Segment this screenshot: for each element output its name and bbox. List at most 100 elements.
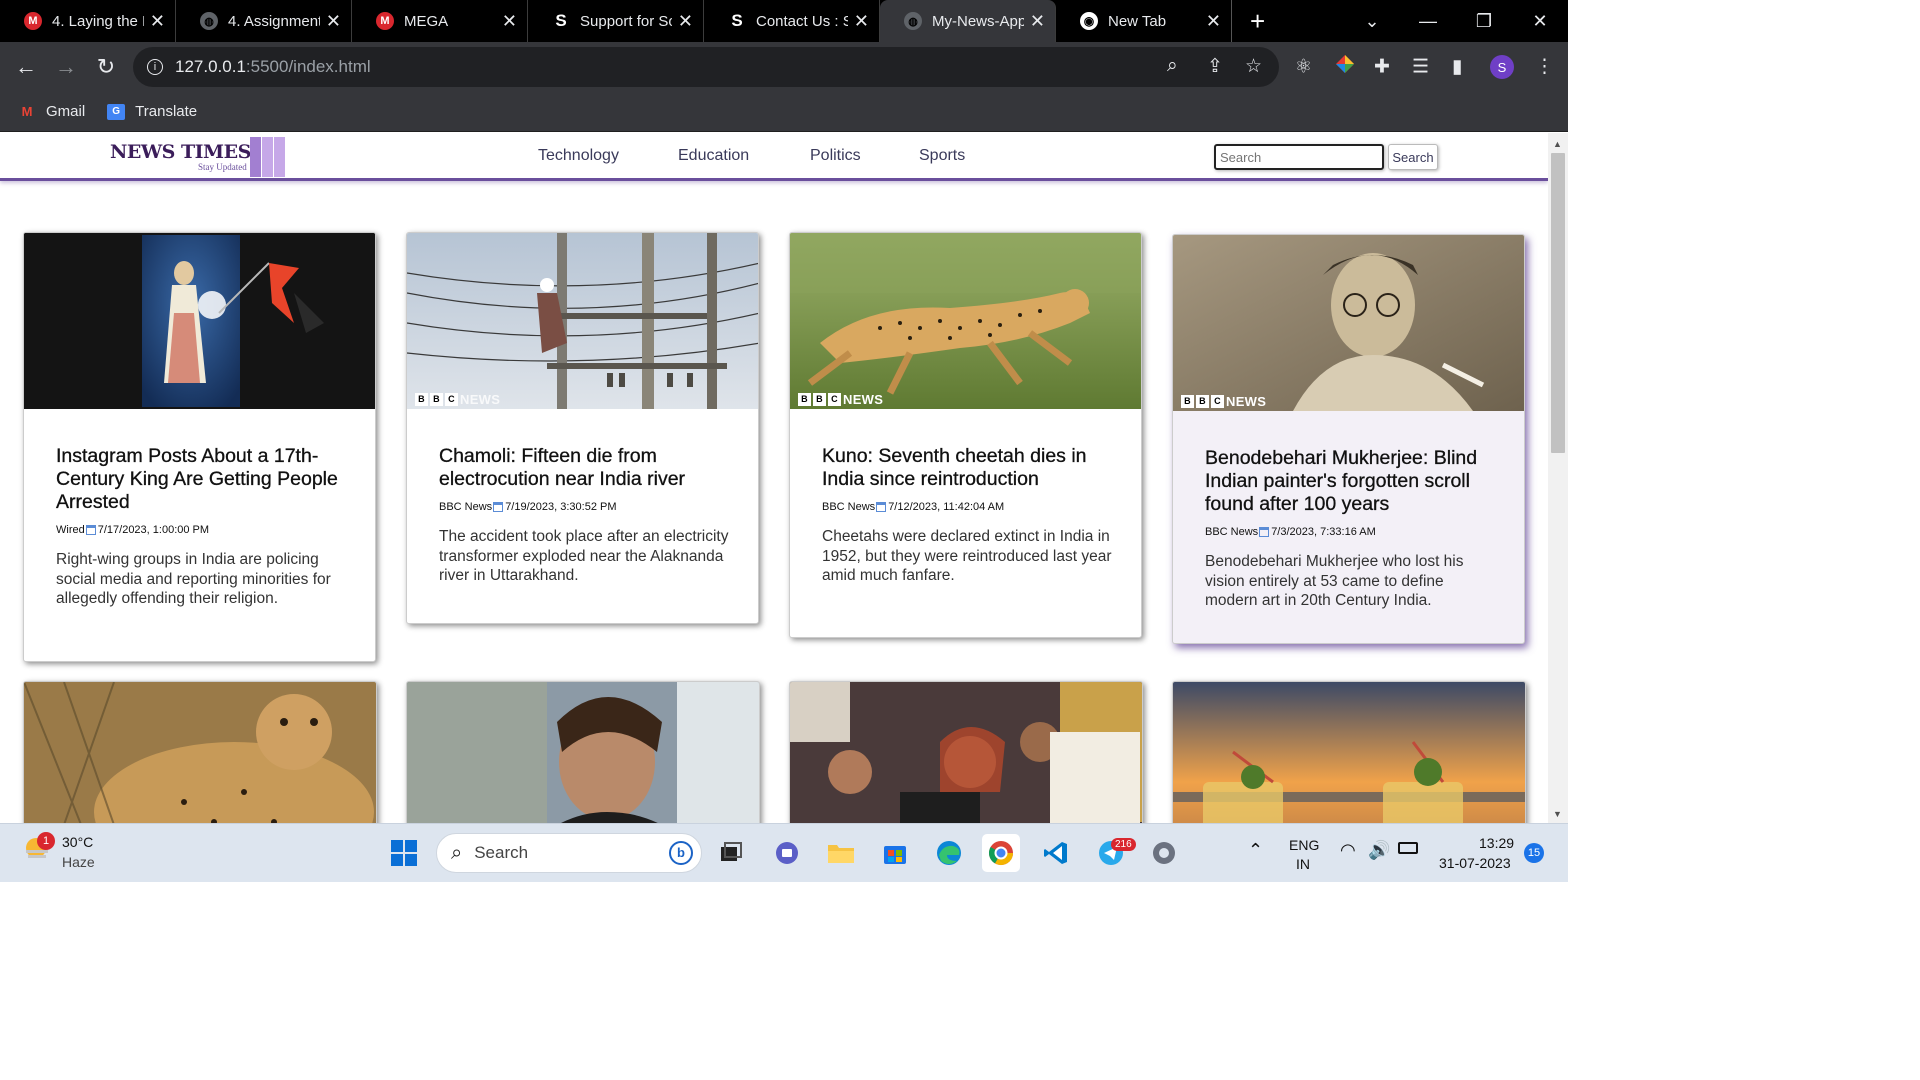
article-title[interactable]: Benodebehari Mukherjee: Blind Indian pai…	[1205, 447, 1500, 516]
article-title[interactable]: Kuno: Seventh cheetah dies in India sinc…	[822, 445, 1117, 491]
minimize-icon[interactable]: —	[1400, 0, 1456, 42]
news-card[interactable]	[789, 681, 1143, 823]
search-icon: ⌕	[451, 841, 463, 864]
settings-gear-icon[interactable]	[1145, 834, 1183, 872]
new-tab-button[interactable]: +	[1250, 6, 1270, 37]
article-image[interactable]	[407, 682, 759, 823]
browser-tab[interactable]: S Support for So ✕	[528, 0, 704, 42]
close-tab-icon[interactable]: ✕	[854, 11, 869, 32]
reload-icon[interactable]: ↻	[88, 49, 124, 85]
article-description: Right-wing groups in India are policing …	[56, 551, 331, 607]
window-close-icon[interactable]: ✕	[1512, 0, 1568, 42]
file-explorer-icon[interactable]	[822, 834, 860, 872]
news-card[interactable]	[23, 681, 377, 823]
forward-arrow-icon[interactable]: →	[48, 49, 84, 85]
browser-tab[interactable]: ◉ New Tab ✕	[1056, 0, 1232, 42]
bookmark-translate[interactable]: G Translate	[107, 103, 197, 120]
share-icon[interactable]: ⇪	[1207, 55, 1223, 78]
notification-badge[interactable]: 15	[1524, 843, 1544, 863]
language-top[interactable]: ENG	[1289, 837, 1319, 853]
news-card[interactable]	[1172, 681, 1526, 823]
article-image[interactable]	[790, 682, 1142, 823]
article-source: BBC News	[439, 501, 493, 513]
wifi-icon[interactable]: ◠	[1340, 840, 1356, 861]
web-page: NEWS TIMES Stay Updated Technology Educa…	[0, 133, 1548, 823]
news-card[interactable]	[406, 681, 760, 823]
tab-title: 4. Assignment:|	[228, 12, 320, 30]
windows-start-icon[interactable]	[385, 834, 423, 872]
battery-icon[interactable]	[1398, 842, 1418, 854]
article-title[interactable]: Instagram Posts About a 17th-Century Kin…	[56, 445, 351, 514]
news-card[interactable]: B B C NEWS Chamoli: Fifteen die from electr…	[406, 232, 759, 624]
article-image[interactable]: B B C NEWS	[1173, 235, 1524, 411]
clock-time[interactable]: 13:29	[1479, 835, 1514, 851]
close-tab-icon[interactable]: ✕	[150, 11, 165, 32]
color-picker-extension-icon[interactable]	[1335, 54, 1355, 80]
article-date: 7/3/2023, 7:33:16 AM	[1271, 526, 1376, 538]
site-logo[interactable]: NEWS TIMES Stay Updated	[110, 137, 290, 177]
nav-sports[interactable]: Sports	[919, 147, 965, 165]
search-input[interactable]	[1214, 144, 1384, 170]
browser-tab[interactable]: M MEGA ✕	[352, 0, 528, 42]
close-tab-icon[interactable]: ✕	[502, 11, 517, 32]
news-card-highlighted[interactable]: B B C NEWS Benodebehari Mukherjee: Blind In…	[1172, 234, 1525, 644]
news-card[interactable]: Instagram Posts About a 17th-Century Kin…	[23, 232, 376, 662]
profile-avatar[interactable]: S	[1490, 55, 1514, 79]
close-tab-icon[interactable]: ✕	[678, 11, 693, 32]
microsoft-store-icon[interactable]	[876, 834, 914, 872]
extensions-puzzle-icon[interactable]: ✚	[1374, 56, 1390, 79]
taskbar-search-label: Search	[474, 843, 529, 862]
reading-list-icon[interactable]: ☰	[1412, 56, 1429, 79]
article-image[interactable]	[1173, 682, 1525, 823]
task-view-icon[interactable]	[712, 834, 750, 872]
nav-technology[interactable]: Technology	[538, 147, 619, 165]
search-button[interactable]: Search	[1388, 144, 1438, 170]
browser-tab-active[interactable]: ◍ My-News-App ✕	[880, 0, 1056, 42]
restore-icon[interactable]: ❐	[1456, 0, 1512, 42]
browser-tab[interactable]: ◍ 4. Assignment:| ✕	[176, 0, 352, 42]
weather-temp[interactable]: 30°C	[62, 834, 93, 850]
article-image[interactable]	[24, 233, 375, 409]
close-tab-icon[interactable]: ✕	[326, 11, 341, 32]
back-arrow-icon[interactable]: ←	[8, 49, 44, 85]
article-title[interactable]: Chamoli: Fifteen die from electrocution …	[439, 445, 734, 491]
nav-politics[interactable]: Politics	[810, 147, 861, 165]
clock-date[interactable]: 31-07-2023	[1439, 855, 1511, 871]
tab-title: My-News-App	[932, 12, 1024, 30]
side-panel-icon[interactable]: ▮	[1452, 56, 1462, 79]
taskbar-search[interactable]: ⌕ Search b	[436, 833, 702, 873]
vscode-icon[interactable]	[1037, 834, 1075, 872]
close-tab-icon[interactable]: ✕	[1030, 11, 1045, 32]
scroll-up-icon[interactable]: ▲	[1553, 139, 1562, 149]
edge-icon[interactable]	[930, 834, 968, 872]
logo-name: NEWS TIMES	[110, 141, 251, 163]
address-bar[interactable]: i 127.0.0.1:5500/index.html ⌕ ⇪ ☆	[133, 47, 1279, 87]
zoom-icon[interactable]: ⌕	[1167, 55, 1178, 77]
article-meta: BBC News 7/19/2023, 3:30:52 PM	[439, 501, 734, 513]
scroll-down-icon[interactable]: ▼	[1553, 809, 1562, 819]
tab-search-chevron-icon[interactable]: ⌄	[1344, 0, 1400, 42]
more-menu-icon[interactable]: ⋮	[1535, 56, 1554, 79]
tab-title: Support for So	[580, 12, 672, 30]
browser-tab[interactable]: S Contact Us : Sc ✕	[704, 0, 880, 42]
article-image[interactable]: B B C NEWS	[790, 233, 1141, 409]
nav-education[interactable]: Education	[678, 147, 749, 165]
teams-chat-icon[interactable]	[768, 834, 806, 872]
chevron-up-icon[interactable]: ⌃	[1248, 840, 1263, 861]
close-tab-icon[interactable]: ✕	[1206, 11, 1221, 32]
scrollbar-thumb[interactable]	[1551, 153, 1565, 453]
react-devtools-icon[interactable]: ⚛	[1295, 56, 1312, 79]
browser-tab[interactable]: M 4. Laying the Fo ✕	[0, 0, 176, 42]
news-card[interactable]: B B C NEWS Kuno: Seventh cheetah dies in In…	[789, 232, 1142, 638]
bookmark-star-icon[interactable]: ☆	[1245, 55, 1262, 78]
language-bottom[interactable]: IN	[1296, 856, 1310, 872]
weather-desc[interactable]: Haze	[62, 854, 95, 870]
page-scrollbar[interactable]: ▲ ▼	[1548, 133, 1568, 823]
site-info-icon[interactable]: i	[147, 59, 163, 75]
s-logo-icon: S	[731, 11, 743, 30]
chrome-taskbar-icon[interactable]	[982, 834, 1020, 872]
volume-icon[interactable]: 🔊	[1368, 840, 1390, 861]
article-image[interactable]: B B C NEWS	[407, 233, 758, 409]
article-image[interactable]	[24, 682, 376, 823]
bookmark-gmail[interactable]: M Gmail	[18, 103, 86, 120]
